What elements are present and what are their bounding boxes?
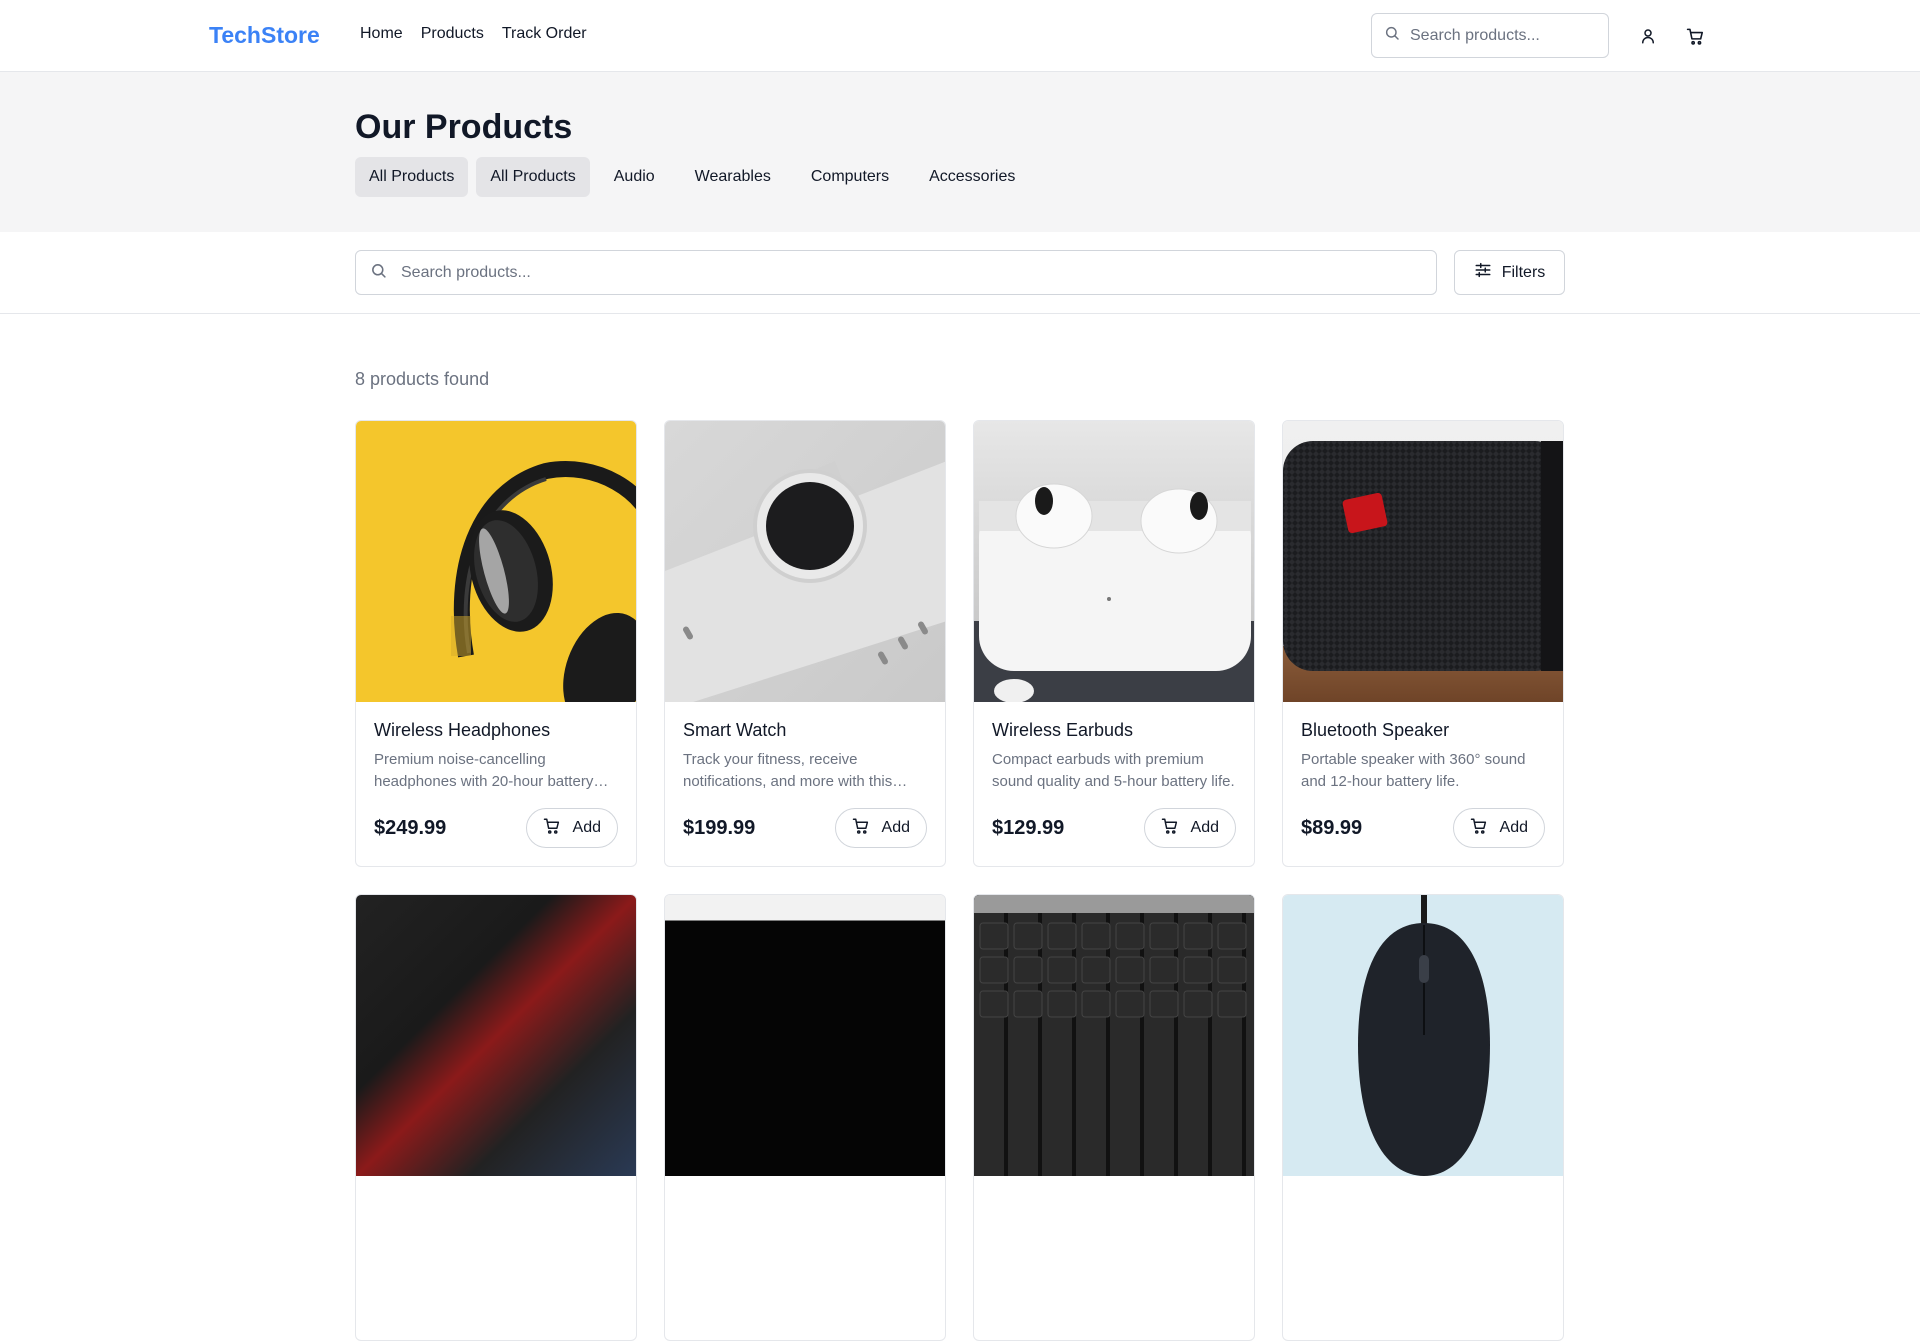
logo[interactable]: TechStore xyxy=(209,22,320,49)
search-icon xyxy=(370,262,387,284)
cart-icon xyxy=(1161,817,1179,840)
category-tabs: All Products All Products Audio Wearable… xyxy=(355,157,1031,197)
product-search xyxy=(355,250,1437,295)
product-card[interactable] xyxy=(664,894,946,1341)
product-image-laptop[interactable] xyxy=(356,895,636,1176)
product-description: Portable speaker with 360° sound and 12-… xyxy=(1301,751,1526,790)
nav-products[interactable]: Products xyxy=(421,25,484,43)
add-label: Add xyxy=(1190,819,1219,836)
product-description: Compact earbuds with premium sound quali… xyxy=(992,751,1235,790)
site-header: TechStore Home Products Track Order xyxy=(0,0,1920,72)
cart-icon xyxy=(543,817,561,840)
add-label: Add xyxy=(572,819,601,836)
product-card[interactable] xyxy=(973,894,1255,1341)
add-to-cart-button[interactable]: Add xyxy=(1143,808,1236,848)
hero-band: Our Products All Products All Products A… xyxy=(0,72,1920,232)
results-count: 8 products found xyxy=(355,369,490,389)
search-row: Filters xyxy=(0,232,1920,314)
product-card[interactable]: Wireless Earbuds Compact earbuds with pr… xyxy=(973,420,1255,867)
product-card[interactable]: Wireless Headphones Premium noise-cancel… xyxy=(355,420,637,867)
cart-icon[interactable] xyxy=(1682,23,1708,49)
product-card[interactable]: Smart Watch Track your fitness, receive … xyxy=(664,420,946,867)
tab-all-products-2[interactable]: All Products xyxy=(476,157,590,197)
product-image-mouse[interactable] xyxy=(1283,895,1563,1176)
tab-accessories[interactable]: Accessories xyxy=(913,157,1031,197)
product-name[interactable]: Smart Watch xyxy=(683,720,927,741)
product-price: $129.99 xyxy=(992,816,1065,839)
product-image-earbuds[interactable] xyxy=(974,421,1254,702)
tab-computers[interactable]: Computers xyxy=(795,157,905,197)
product-name[interactable]: Wireless Earbuds xyxy=(992,720,1236,741)
filters-label: Filters xyxy=(1501,263,1546,281)
product-price: $249.99 xyxy=(374,816,447,839)
search-icon xyxy=(1384,25,1400,46)
nav-track-order[interactable]: Track Order xyxy=(502,25,587,43)
nav-home[interactable]: Home xyxy=(360,25,403,43)
add-label: Add xyxy=(1499,819,1528,836)
product-grid: Wireless Headphones Premium noise-cancel… xyxy=(355,420,1564,1341)
product-image-watch[interactable] xyxy=(665,421,945,702)
product-card[interactable]: Bluetooth Speaker Portable speaker with … xyxy=(1282,420,1564,867)
header-search xyxy=(1371,13,1609,58)
page-title: Our Products xyxy=(355,108,573,146)
product-description: Track your fitness, receive notification… xyxy=(683,751,893,790)
tab-all-products[interactable]: All Products xyxy=(355,157,469,197)
cart-icon xyxy=(852,817,870,840)
product-search-input[interactable] xyxy=(401,263,1401,282)
product-image-speaker[interactable] xyxy=(1283,421,1563,702)
user-icon[interactable] xyxy=(1635,23,1661,49)
product-image-monitor[interactable] xyxy=(665,895,945,1176)
add-to-cart-button[interactable]: Add xyxy=(525,808,618,848)
filters-button[interactable]: Filters xyxy=(1454,250,1565,295)
product-card[interactable] xyxy=(355,894,637,1341)
product-price: $199.99 xyxy=(683,816,756,839)
product-name[interactable]: Bluetooth Speaker xyxy=(1301,720,1545,741)
cart-icon xyxy=(1470,817,1488,840)
header-search-input[interactable] xyxy=(1410,26,1590,45)
product-image-keyboard[interactable] xyxy=(974,895,1254,1176)
product-price: $89.99 xyxy=(1301,816,1363,839)
product-image-headphones[interactable] xyxy=(356,421,636,702)
main-nav: Home Products Track Order xyxy=(360,25,587,43)
add-to-cart-button[interactable]: Add xyxy=(1452,808,1545,848)
product-name[interactable]: Wireless Headphones xyxy=(374,720,618,741)
product-description: Premium noise-cancelling headphones with… xyxy=(374,751,594,790)
add-to-cart-button[interactable]: Add xyxy=(834,808,927,848)
tab-audio[interactable]: Audio xyxy=(598,157,671,197)
tab-wearables[interactable]: Wearables xyxy=(679,157,787,197)
product-card[interactable] xyxy=(1282,894,1564,1341)
sliders-icon xyxy=(1474,261,1492,284)
add-label: Add xyxy=(881,819,910,836)
